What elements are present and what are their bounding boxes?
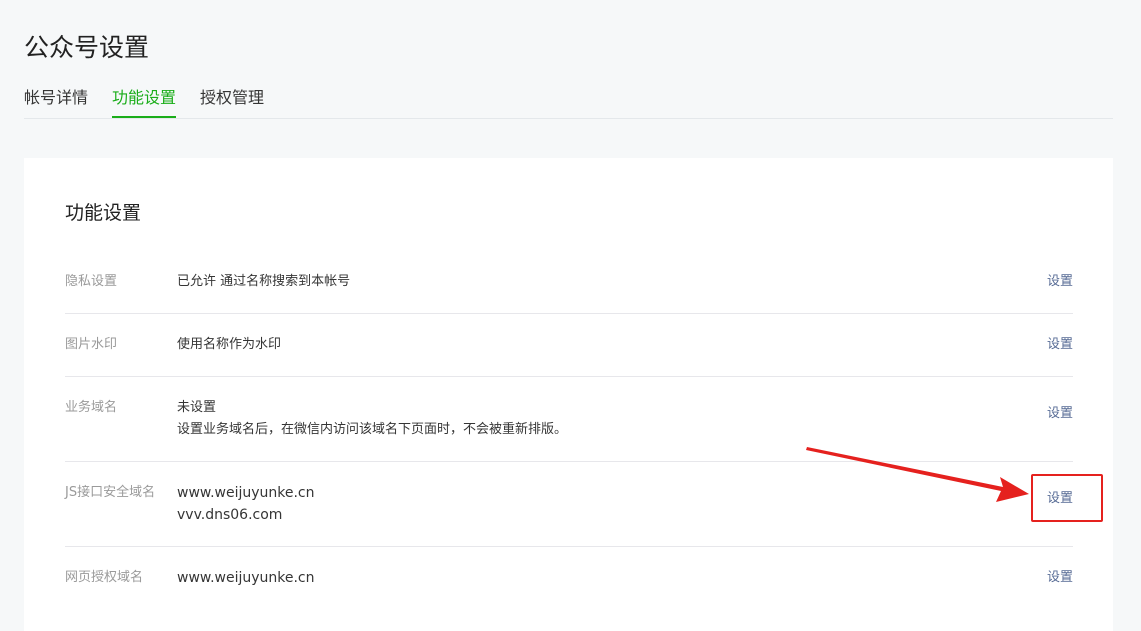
settings-row-privacy: 隐私设置 已允许 通过名称搜索到本帐号 设置 [65, 250, 1073, 314]
row-value: 未设置 设置业务域名后，在微信内访问该域名下页面时，不会被重新排版。 [177, 397, 567, 441]
row-value-line: vvv.dns06.com [177, 507, 283, 523]
row-value-line: www.weijuyunke.cn [177, 485, 315, 501]
settings-row-js-safe-domain: JS接口安全域名 www.weijuyunke.cn vvv.dns06.com… [65, 462, 1073, 547]
row-label: 隐私设置 [65, 274, 118, 289]
oauth-domain-settings-button[interactable]: 设置 [1047, 567, 1073, 589]
row-value-line: 已允许 通过名称搜索到本帐号 [177, 274, 351, 289]
tab-account-details[interactable]: 帐号详情 [24, 82, 88, 118]
row-label: 图片水印 [65, 337, 118, 352]
row-value-line: 设置业务域名后，在微信内访问该域名下页面时，不会被重新排版。 [177, 422, 568, 437]
row-value-line: 未设置 [177, 400, 217, 415]
row-value: www.weijuyunke.cn vvv.dns06.com [177, 482, 315, 526]
section-title: 功能设置 [65, 202, 142, 224]
row-label: JS接口安全域名 [65, 485, 156, 500]
row-value: 使用名称作为水印 [177, 334, 281, 356]
tab-authorization-management[interactable]: 授权管理 [200, 82, 264, 118]
row-label: 网页授权域名 [65, 570, 144, 585]
row-value: 已允许 通过名称搜索到本帐号 [177, 271, 350, 293]
settings-row-watermark: 图片水印 使用名称作为水印 设置 [65, 314, 1073, 377]
settings-row-oauth-domain: 网页授权域名 www.weijuyunke.cn 设置 [65, 547, 1073, 611]
page-title: 公众号设置 [24, 33, 150, 62]
row-value-line: www.weijuyunke.cn [177, 570, 315, 586]
settings-row-business-domain: 业务域名 未设置 设置业务域名后，在微信内访问该域名下页面时，不会被重新排版。 … [65, 377, 1073, 462]
row-value: www.weijuyunke.cn [177, 567, 315, 589]
row-value-line: 使用名称作为水印 [177, 337, 282, 352]
annotation-highlight-box [1031, 474, 1103, 522]
settings-list: 隐私设置 已允许 通过名称搜索到本帐号 设置 图片水印 使用名称作为水印 设置 … [65, 250, 1073, 611]
watermark-settings-button[interactable]: 设置 [1047, 334, 1073, 356]
privacy-settings-button[interactable]: 设置 [1047, 271, 1073, 293]
row-label: 业务域名 [65, 400, 118, 415]
business-domain-settings-button[interactable]: 设置 [1047, 403, 1073, 425]
tab-bar: 帐号详情 功能设置 授权管理 [24, 82, 1113, 119]
tab-function-settings[interactable]: 功能设置 [112, 82, 177, 118]
